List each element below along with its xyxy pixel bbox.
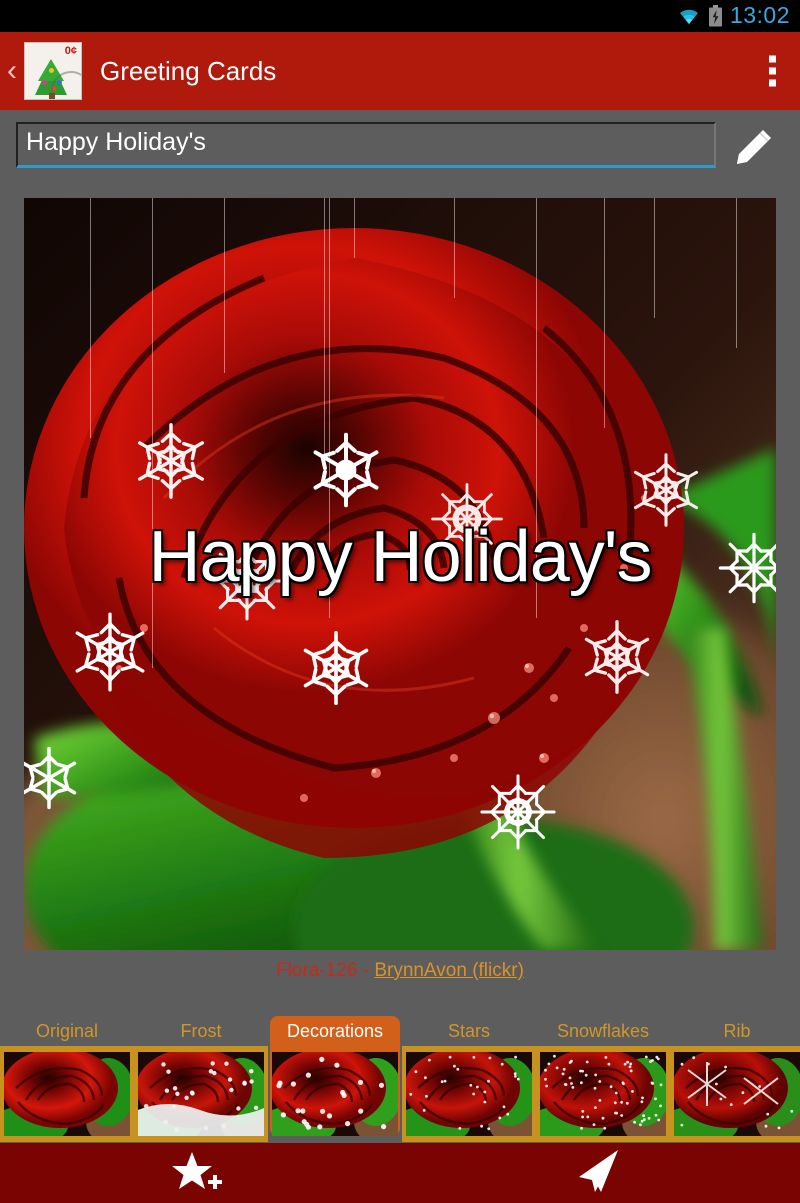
style-thumb-frame: [670, 1046, 800, 1142]
style-tab-label: Original: [35, 1021, 99, 1041]
rose-ribbons-thumb: [674, 1052, 800, 1136]
style-thumb-frame: [134, 1046, 268, 1142]
battery-charging-icon: [708, 5, 723, 27]
send-card-button[interactable]: [400, 1143, 800, 1203]
rose-frost-thumb: [138, 1052, 264, 1136]
status-bar-clock: 13:02: [729, 2, 790, 28]
style-tab-rib[interactable]: Rib: [670, 1016, 800, 1142]
ornament-thread: [224, 198, 225, 373]
add-favorite-button[interactable]: [0, 1143, 400, 1203]
style-thumb-frame: [536, 1046, 670, 1142]
ornament-thread: [454, 198, 455, 298]
photo-credit: Flora-126 - BrynnAvon (flickr): [0, 960, 800, 982]
overflow-menu-icon[interactable]: [763, 50, 782, 93]
style-tab-frost[interactable]: Frost: [134, 1016, 268, 1142]
photo-author-link[interactable]: BrynnAvon (flickr): [374, 960, 524, 981]
snowflake-ornament: [480, 774, 556, 850]
snowflake-ornament: [299, 631, 373, 706]
message-input-zone: [0, 110, 800, 188]
style-tab-original[interactable]: Original: [0, 1016, 134, 1142]
ornament-thread: [736, 198, 737, 348]
card-overlay-text: Happy Holiday's: [148, 517, 653, 597]
christmas-stamp-icon: 0¢: [24, 42, 82, 100]
bottom-action-bar: [0, 1143, 800, 1203]
page-title: Greeting Cards: [100, 55, 277, 86]
style-thumb-frame: [0, 1046, 134, 1142]
status-bar: 13:02: [0, 0, 800, 32]
stamp-denomination: 0¢: [64, 45, 77, 57]
style-tab-stars[interactable]: Stars: [402, 1016, 536, 1142]
style-thumbnail-strip[interactable]: Original Frost Decorations Stars Snowflakes R…: [0, 1016, 800, 1142]
snowflake-ornament: [24, 746, 80, 810]
rose-decorations-thumb: [272, 1052, 398, 1136]
greeting-message-input[interactable]: [16, 122, 716, 168]
snowflake-ornament: [309, 432, 383, 508]
style-tab-decorations[interactable]: Decorations: [268, 1016, 402, 1142]
ornament-thread: [654, 198, 655, 318]
send-paper-plane-icon: [573, 1147, 627, 1200]
action-bar: ‹ 0¢ Greeting Cards: [0, 32, 800, 110]
ornament-thread: [354, 198, 355, 258]
snowflake-ornament: [133, 423, 209, 499]
photo-title: Flora-126: [276, 960, 358, 981]
style-tab-label: Stars: [447, 1021, 490, 1041]
pencil-icon[interactable]: [726, 124, 782, 172]
rose-stars-thumb: [406, 1052, 532, 1136]
ornament-thread: [324, 198, 325, 458]
wifi-icon: [677, 7, 701, 25]
style-tab-label: Decorations: [286, 1021, 384, 1041]
snowflake-ornament: [580, 620, 654, 694]
style-tab-label: Frost: [180, 1021, 222, 1041]
style-tab-snowflakes[interactable]: Snowflakes: [536, 1016, 670, 1142]
snowflake-ornament: [71, 612, 149, 692]
style-thumb-frame: [268, 1046, 402, 1142]
card-preview[interactable]: Happy Holiday's: [24, 198, 776, 950]
credit-separator: -: [362, 960, 370, 981]
style-thumb-frame: [402, 1046, 536, 1142]
style-tab-label: Snowflakes: [556, 1021, 650, 1041]
rose-snowflakes-thumb: [540, 1052, 666, 1136]
rose-original-thumb: [4, 1052, 130, 1136]
star-plus-icon: [170, 1148, 230, 1199]
style-tab-label: Rib: [723, 1021, 751, 1041]
app-screen: 13:02 ‹ 0¢ Greeting Cards Happy Holiday'…: [0, 0, 800, 1203]
back-chevron-icon[interactable]: ‹: [2, 56, 22, 86]
ornament-thread: [90, 198, 91, 438]
ornament-thread: [604, 198, 605, 428]
